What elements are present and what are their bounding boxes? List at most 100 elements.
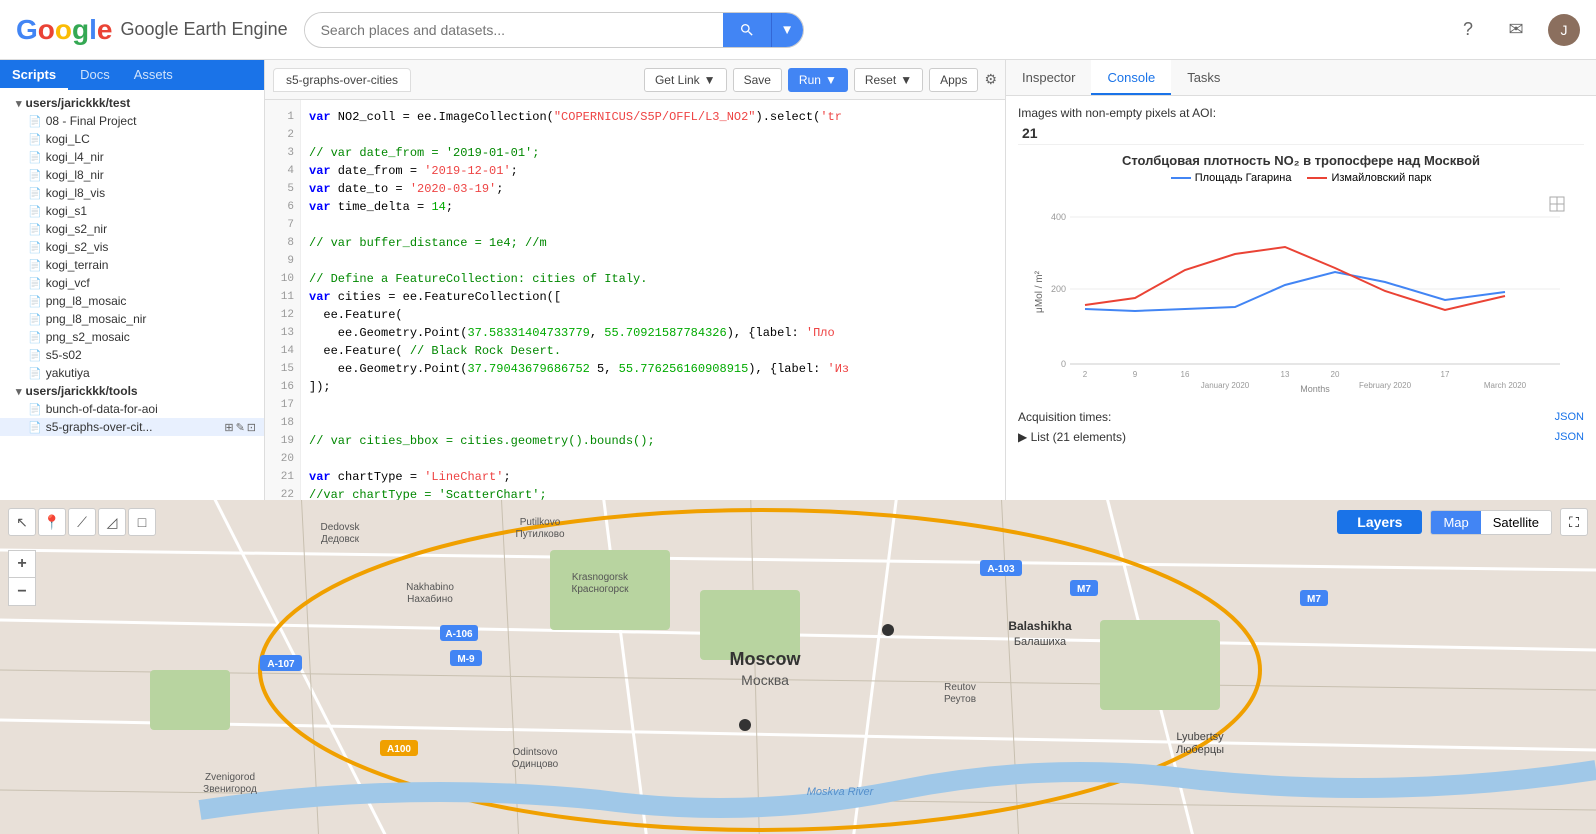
tree-file-bunch-of-data[interactable]: 📄 bunch-of-data-for-aoi: [0, 400, 264, 418]
get-link-button[interactable]: Get Link ▼: [644, 68, 727, 92]
svg-text:A100: A100: [387, 744, 411, 755]
map-tool-polygon[interactable]: ◿: [98, 508, 126, 536]
svg-text:Дедовск: Дедовск: [321, 534, 360, 545]
save-button[interactable]: Save: [733, 68, 782, 92]
console-line-2: 21: [1018, 124, 1584, 142]
zoom-out-button[interactable]: −: [8, 578, 36, 606]
file-tree: ▾ users/jarickkk/test 📄 08 - Final Proje…: [0, 90, 264, 500]
tree-file-png-l8-mosaic[interactable]: 📄 png_l8_mosaic: [0, 292, 264, 310]
avatar[interactable]: J: [1548, 14, 1580, 46]
search-dropdown-button[interactable]: ▼: [771, 12, 803, 48]
zoom-in-button[interactable]: +: [8, 550, 36, 578]
map-marker-2[interactable]: [739, 719, 751, 731]
tree-folder-tools[interactable]: ▾ users/jarickkk/tools: [0, 382, 264, 400]
tab-docs[interactable]: Docs: [68, 60, 122, 90]
svg-text:20: 20: [1331, 370, 1340, 379]
right-panel-tabs: Inspector Console Tasks: [1006, 60, 1596, 96]
top-right-controls: ? ✉ J: [1452, 14, 1580, 46]
svg-text:Zvenigorod: Zvenigorod: [205, 772, 255, 783]
chart-line-red: [1085, 247, 1505, 310]
editor-file-tab[interactable]: s5-graphs-over-cities: [273, 68, 411, 92]
search-input[interactable]: [305, 22, 723, 38]
legend-item-1: Площадь Гагарина: [1171, 172, 1292, 184]
top-section: Scripts Docs Assets ▾ users/jarickkk/tes…: [0, 60, 1596, 500]
tree-file-final-project[interactable]: 📄 08 - Final Project: [0, 112, 264, 130]
list-json-btn[interactable]: JSON: [1555, 428, 1584, 446]
chart-svg: μMol / m² 400 200 0 2 9: [1030, 192, 1570, 392]
reset-button[interactable]: Reset ▼: [854, 68, 923, 92]
help-button[interactable]: ?: [1452, 14, 1484, 46]
tab-console[interactable]: Console: [1091, 60, 1171, 95]
svg-text:13: 13: [1281, 370, 1290, 379]
svg-text:Звенигород: Звенигород: [203, 784, 257, 795]
code-area[interactable]: 123456789101112131415161718192021222324 …: [265, 100, 1005, 500]
svg-text:17: 17: [1441, 370, 1450, 379]
acquisition-line: Acquisition times: JSON: [1018, 408, 1584, 426]
fullscreen-button[interactable]: ⛶: [1560, 508, 1588, 536]
map-svg: A-107 A-106 A100 Moscow Москва Dedovsk Д…: [0, 500, 1596, 834]
tree-file-kogi-terrain[interactable]: 📄 kogi_terrain: [0, 256, 264, 274]
tree-file-kogi-l4-nir[interactable]: 📄 kogi_l4_nir: [0, 148, 264, 166]
svg-text:February 2020: February 2020: [1359, 381, 1412, 390]
map-tool-line[interactable]: ⟋: [68, 508, 96, 536]
google-logo: Google: [16, 14, 112, 46]
map-type-map-button[interactable]: Map: [1431, 511, 1480, 534]
settings-icon[interactable]: ⚙: [984, 71, 997, 88]
chart-legend: Площадь Гагарина Измайловский парк: [1030, 172, 1572, 184]
search-bar[interactable]: ▼: [304, 12, 804, 48]
tree-file-kogi-s2-nir[interactable]: 📄 kogi_s2_nir: [0, 220, 264, 238]
code-content[interactable]: var NO2_coll = ee.ImageCollection("COPER…: [301, 100, 1005, 500]
main-content: Scripts Docs Assets ▾ users/jarickkk/tes…: [0, 60, 1596, 834]
file-action-icon-3[interactable]: ⊡: [247, 421, 256, 434]
logo-area: Google Google Earth Engine: [16, 14, 288, 46]
map-marker-1[interactable]: [882, 624, 894, 636]
tree-file-yakutiya[interactable]: 📄 yakutiya: [0, 364, 264, 382]
tree-file-kogi-l8-vis[interactable]: 📄 kogi_l8_vis: [0, 184, 264, 202]
tree-file-png-l8-mosaic-nir[interactable]: 📄 png_l8_mosaic_nir: [0, 310, 264, 328]
svg-text:Moskva River: Moskva River: [807, 786, 875, 798]
file-action-icon-2[interactable]: ✎: [236, 421, 245, 434]
file-action-icon-1[interactable]: ⊞: [224, 421, 233, 434]
map-area[interactable]: A-107 A-106 A100 Moscow Москва Dedovsk Д…: [0, 500, 1596, 834]
svg-text:Krasnogorsk: Krasnogorsk: [572, 572, 629, 583]
tree-file-s5-s02[interactable]: 📄 s5-s02: [0, 346, 264, 364]
svg-text:Moscow: Moscow: [729, 649, 801, 669]
apps-button[interactable]: Apps: [929, 68, 978, 92]
svg-text:Красногорск: Красногорск: [572, 584, 630, 595]
tab-tasks[interactable]: Tasks: [1171, 60, 1236, 95]
search-button[interactable]: [723, 12, 771, 48]
acquisition-json-btn[interactable]: JSON: [1555, 408, 1584, 426]
map-tool-pointer[interactable]: ↖: [8, 508, 36, 536]
tab-scripts[interactable]: Scripts: [0, 60, 68, 90]
tree-file-kogi-s1[interactable]: 📄 kogi_s1: [0, 202, 264, 220]
tab-assets[interactable]: Assets: [122, 60, 185, 90]
layers-button[interactable]: Layers: [1337, 510, 1422, 534]
svg-text:0: 0: [1061, 359, 1066, 369]
map-tool-rect[interactable]: □: [128, 508, 156, 536]
map-type-satellite-button[interactable]: Satellite: [1481, 511, 1551, 534]
svg-text:Balashikha: Balashikha: [1008, 619, 1072, 633]
tree-file-kogi-vcf[interactable]: 📄 kogi_vcf: [0, 274, 264, 292]
list-line: ▶ List (21 elements) JSON: [1018, 428, 1584, 446]
tree-file-s5-graphs[interactable]: 📄 s5-graphs-over-cit... ⊞ ✎ ⊡: [0, 418, 264, 436]
tree-file-kogi-lc[interactable]: 📄 kogi_LC: [0, 130, 264, 148]
tree-file-kogi-s2-vis[interactable]: 📄 kogi_s2_vis: [0, 238, 264, 256]
run-button[interactable]: Run ▼: [788, 68, 848, 92]
app-name: Google Earth Engine: [120, 19, 287, 40]
legend-line-red: [1307, 177, 1327, 179]
tree-folder-test[interactable]: ▾ users/jarickkk/test: [0, 94, 264, 112]
notifications-button[interactable]: ✉: [1500, 14, 1532, 46]
map-tools-row: ↖ 📍 ⟋ ◿ □: [8, 508, 156, 536]
console-line-1: Images with non-empty pixels at AOI:: [1018, 104, 1584, 122]
svg-text:January 2020: January 2020: [1201, 381, 1250, 390]
tab-inspector[interactable]: Inspector: [1006, 60, 1091, 95]
svg-text:Нахабино: Нахабино: [407, 593, 453, 605]
editor-toolbar: s5-graphs-over-cities Get Link ▼ Save Ru…: [265, 60, 1005, 100]
svg-text:Одинцово: Одинцово: [512, 759, 559, 770]
svg-text:Путилково: Путилково: [516, 529, 565, 540]
tree-file-png-s2-mosaic[interactable]: 📄 png_s2_mosaic: [0, 328, 264, 346]
center-panel: s5-graphs-over-cities Get Link ▼ Save Ru…: [265, 60, 1006, 500]
map-tool-marker[interactable]: 📍: [38, 508, 66, 536]
map-controls-left: ↖ 📍 ⟋ ◿ □: [8, 508, 156, 536]
tree-file-kogi-l8-nir[interactable]: 📄 kogi_l8_nir: [0, 166, 264, 184]
